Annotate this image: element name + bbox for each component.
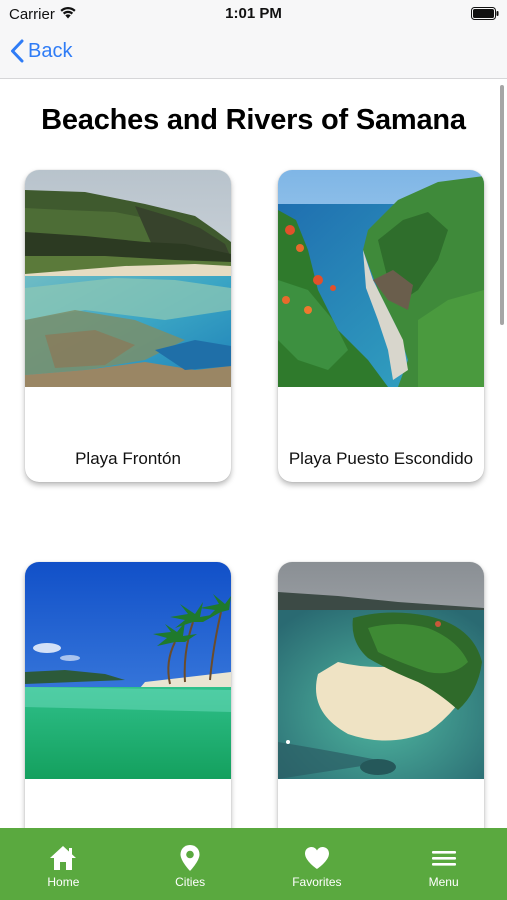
back-button[interactable]: Back — [10, 39, 72, 63]
page-title: Beaches and Rivers of Samana — [41, 104, 466, 136]
scrollbar[interactable] — [500, 85, 504, 325]
status-time: 1:01 PM — [225, 5, 282, 22]
tab-favorites[interactable]: Favorites — [254, 828, 381, 900]
back-label: Back — [28, 39, 73, 62]
home-icon — [48, 844, 78, 872]
tab-bar: Home Cities Favorites Menu — [0, 828, 507, 900]
place-card-4[interactable] — [278, 562, 484, 828]
tab-menu[interactable]: Menu — [380, 828, 507, 900]
tab-menu-label: Menu — [428, 875, 459, 889]
place-card-playa-fronton[interactable]: Playa Frontón — [25, 170, 231, 482]
tab-favorites-label: Favorites — [292, 875, 342, 889]
place-photo — [25, 562, 231, 779]
app-screen: Carrier 1:01 PM Back Beaches and Rivers … — [0, 0, 507, 900]
tab-home[interactable]: Home — [0, 828, 127, 900]
tab-cities-label: Cities — [175, 875, 206, 889]
tab-home-label: Home — [47, 875, 80, 889]
place-card-label: Playa Frontón — [75, 449, 181, 468]
place-photo — [25, 170, 231, 387]
chevron-left-icon — [10, 39, 24, 63]
content-scroll-area[interactable]: Beaches and Rivers of Samana Playa Front… — [0, 79, 507, 828]
location-pin-icon — [179, 844, 201, 872]
place-card-playa-puesto-escondido[interactable]: Playa Puesto Escondido — [278, 170, 484, 482]
place-card-label: Playa Puesto Escondido — [288, 449, 474, 468]
heart-icon — [303, 844, 331, 872]
navigation-bar: Back — [0, 30, 507, 79]
hamburger-menu-icon — [431, 844, 457, 872]
place-card-3[interactable] — [25, 562, 231, 828]
place-photo — [278, 170, 484, 387]
status-bar: Carrier 1:01 PM — [0, 0, 507, 30]
tab-cities[interactable]: Cities — [127, 828, 254, 900]
battery-icon — [471, 7, 499, 20]
place-photo — [278, 562, 484, 779]
